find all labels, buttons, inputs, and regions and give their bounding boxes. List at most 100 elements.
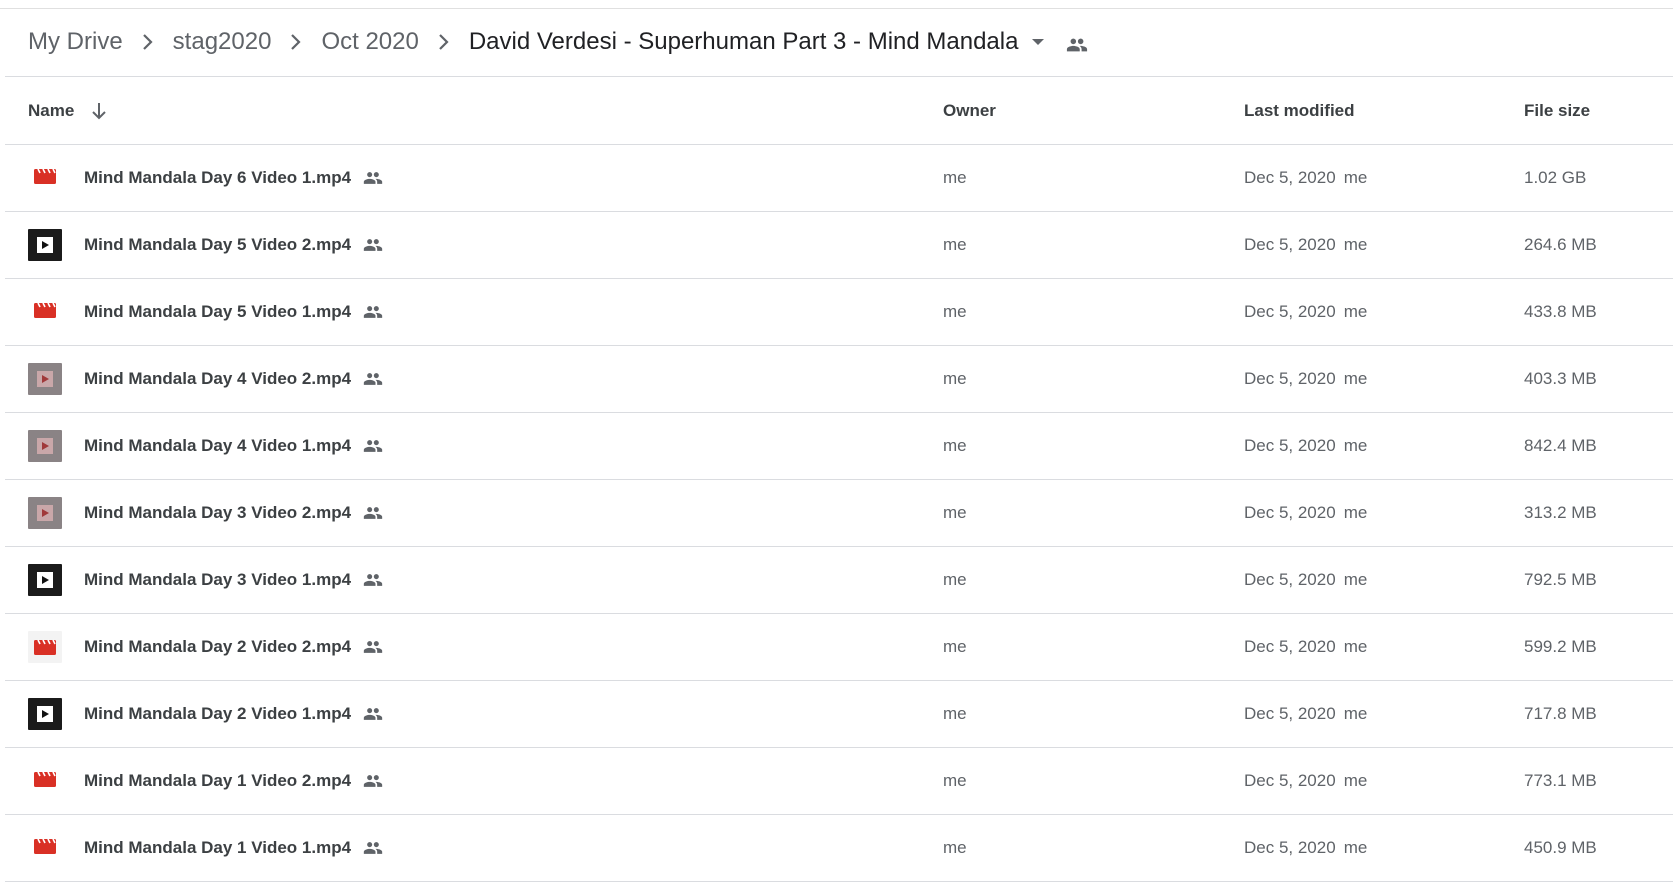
- column-header-name[interactable]: Name: [28, 77, 108, 144]
- modified-by: me: [1343, 503, 1368, 522]
- breadcrumb-oct-2020[interactable]: Oct 2020: [321, 28, 418, 56]
- file-thumbnail: [27, 145, 63, 211]
- shared-people-icon[interactable]: [1064, 34, 1090, 56]
- column-header-last-modified[interactable]: Last modified: [1244, 77, 1355, 144]
- video-file-icon: [33, 300, 57, 325]
- file-row[interactable]: Mind Mandala Day 1 Video 2.mp4 me Dec 5,…: [5, 748, 1673, 815]
- file-last-modified: Dec 5, 2020 me: [1244, 547, 1367, 613]
- modified-date: Dec 5, 2020: [1244, 771, 1336, 790]
- folder-menu-dropdown-icon[interactable]: [1030, 37, 1046, 47]
- file-row[interactable]: Mind Mandala Day 1 Video 1.mp4 me Dec 5,…: [5, 815, 1673, 882]
- modified-by: me: [1343, 235, 1368, 254]
- file-thumbnail: [27, 346, 63, 412]
- file-owner: me: [943, 436, 967, 455]
- file-last-modified: Dec 5, 2020 me: [1244, 346, 1367, 412]
- breadcrumb-my-drive[interactable]: My Drive: [28, 28, 123, 56]
- file-thumbnail: [27, 815, 63, 881]
- file-name: Mind Mandala Day 4 Video 2.mp4: [84, 369, 352, 388]
- shared-people-icon: [361, 637, 385, 657]
- file-name: Mind Mandala Day 1 Video 2.mp4: [84, 771, 352, 790]
- modified-date: Dec 5, 2020: [1244, 503, 1336, 522]
- video-thumbnail-gray-icon: [28, 430, 62, 462]
- modified-by: me: [1343, 637, 1368, 656]
- file-thumbnail: [27, 480, 63, 546]
- modified-date: Dec 5, 2020: [1244, 168, 1336, 187]
- file-thumbnail: [27, 681, 63, 747]
- shared-people-icon: [361, 436, 385, 456]
- file-row[interactable]: Mind Mandala Day 2 Video 1.mp4 me Dec 5,…: [5, 681, 1673, 748]
- video-file-icon: [33, 836, 57, 861]
- file-name-cell: Mind Mandala Day 3 Video 2.mp4: [84, 480, 385, 546]
- chevron-right-icon: [281, 32, 311, 52]
- file-last-modified: Dec 5, 2020 me: [1244, 145, 1367, 211]
- file-row[interactable]: Mind Mandala Day 6 Video 1.mp4 me Dec 5,…: [5, 145, 1673, 212]
- shared-people-icon: [361, 838, 385, 858]
- file-list: Mind Mandala Day 6 Video 1.mp4 me Dec 5,…: [5, 145, 1673, 882]
- file-size: 264.6 MB: [1524, 235, 1597, 254]
- file-size: 1.02 GB: [1524, 168, 1587, 187]
- file-name: Mind Mandala Day 2 Video 1.mp4: [84, 704, 352, 723]
- file-size: 403.3 MB: [1524, 369, 1597, 388]
- file-row[interactable]: Mind Mandala Day 5 Video 1.mp4 me Dec 5,…: [5, 279, 1673, 346]
- modified-by: me: [1343, 771, 1368, 790]
- shared-people-icon: [361, 369, 385, 389]
- file-name: Mind Mandala Day 4 Video 1.mp4: [84, 436, 352, 455]
- file-name-cell: Mind Mandala Day 3 Video 1.mp4: [84, 547, 385, 613]
- chevron-right-icon: [133, 32, 163, 52]
- video-thumbnail-dark-icon: [28, 564, 62, 596]
- shared-people-icon: [361, 302, 385, 322]
- sort-arrow-down-icon[interactable]: [90, 101, 108, 121]
- file-owner: me: [943, 503, 967, 522]
- file-name-cell: Mind Mandala Day 6 Video 1.mp4: [84, 145, 385, 211]
- file-owner: me: [943, 369, 967, 388]
- video-thumbnail-dark-icon: [28, 698, 62, 730]
- file-size: 599.2 MB: [1524, 637, 1597, 656]
- breadcrumb-stag2020[interactable]: stag2020: [173, 28, 272, 56]
- breadcrumb-current-folder[interactable]: David Verdesi - Superhuman Part 3 - Mind…: [469, 28, 1019, 56]
- file-name: Mind Mandala Day 2 Video 2.mp4: [84, 637, 352, 656]
- file-last-modified: Dec 5, 2020 me: [1244, 480, 1367, 546]
- modified-by: me: [1343, 369, 1368, 388]
- modified-by: me: [1343, 168, 1368, 187]
- file-size: 717.8 MB: [1524, 704, 1597, 723]
- shared-people-icon: [361, 503, 385, 523]
- video-file-icon: [33, 769, 57, 794]
- breadcrumb: My Drive stag2020 Oct 2020 David Verdesi…: [28, 16, 1090, 68]
- shared-people-icon: [361, 168, 385, 188]
- file-owner: me: [943, 838, 967, 857]
- file-last-modified: Dec 5, 2020 me: [1244, 279, 1367, 345]
- file-row[interactable]: Mind Mandala Day 3 Video 1.mp4 me Dec 5,…: [5, 547, 1673, 614]
- file-row[interactable]: Mind Mandala Day 4 Video 1.mp4 me Dec 5,…: [5, 413, 1673, 480]
- file-thumbnail: [27, 748, 63, 814]
- file-name-cell: Mind Mandala Day 1 Video 1.mp4: [84, 815, 385, 881]
- modified-by: me: [1343, 704, 1368, 723]
- file-owner: me: [943, 302, 967, 321]
- column-header-file-size[interactable]: File size: [1524, 77, 1590, 144]
- modified-by: me: [1343, 570, 1368, 589]
- file-name-cell: Mind Mandala Day 5 Video 2.mp4: [84, 212, 385, 278]
- modified-date: Dec 5, 2020: [1244, 570, 1336, 589]
- file-thumbnail: [27, 413, 63, 479]
- file-size: 313.2 MB: [1524, 503, 1597, 522]
- top-divider: [0, 8, 1673, 9]
- column-header-owner[interactable]: Owner: [943, 77, 996, 144]
- file-size: 792.5 MB: [1524, 570, 1597, 589]
- file-name: Mind Mandala Day 3 Video 2.mp4: [84, 503, 352, 522]
- file-thumbnail: [27, 614, 63, 680]
- video-file-icon: [33, 166, 57, 191]
- shared-people-icon: [361, 235, 385, 255]
- file-row[interactable]: Mind Mandala Day 3 Video 2.mp4 me Dec 5,…: [5, 480, 1673, 547]
- chevron-right-icon: [429, 32, 459, 52]
- file-last-modified: Dec 5, 2020 me: [1244, 212, 1367, 278]
- file-row[interactable]: Mind Mandala Day 5 Video 2.mp4 me Dec 5,…: [5, 212, 1673, 279]
- file-owner: me: [943, 570, 967, 589]
- shared-people-icon: [361, 771, 385, 791]
- file-name-cell: Mind Mandala Day 2 Video 2.mp4: [84, 614, 385, 680]
- shared-people-icon: [361, 570, 385, 590]
- file-owner: me: [943, 704, 967, 723]
- file-row[interactable]: Mind Mandala Day 4 Video 2.mp4 me Dec 5,…: [5, 346, 1673, 413]
- file-name: Mind Mandala Day 6 Video 1.mp4: [84, 168, 352, 187]
- file-size: 842.4 MB: [1524, 436, 1597, 455]
- file-row[interactable]: Mind Mandala Day 2 Video 2.mp4 me Dec 5,…: [5, 614, 1673, 681]
- file-last-modified: Dec 5, 2020 me: [1244, 413, 1367, 479]
